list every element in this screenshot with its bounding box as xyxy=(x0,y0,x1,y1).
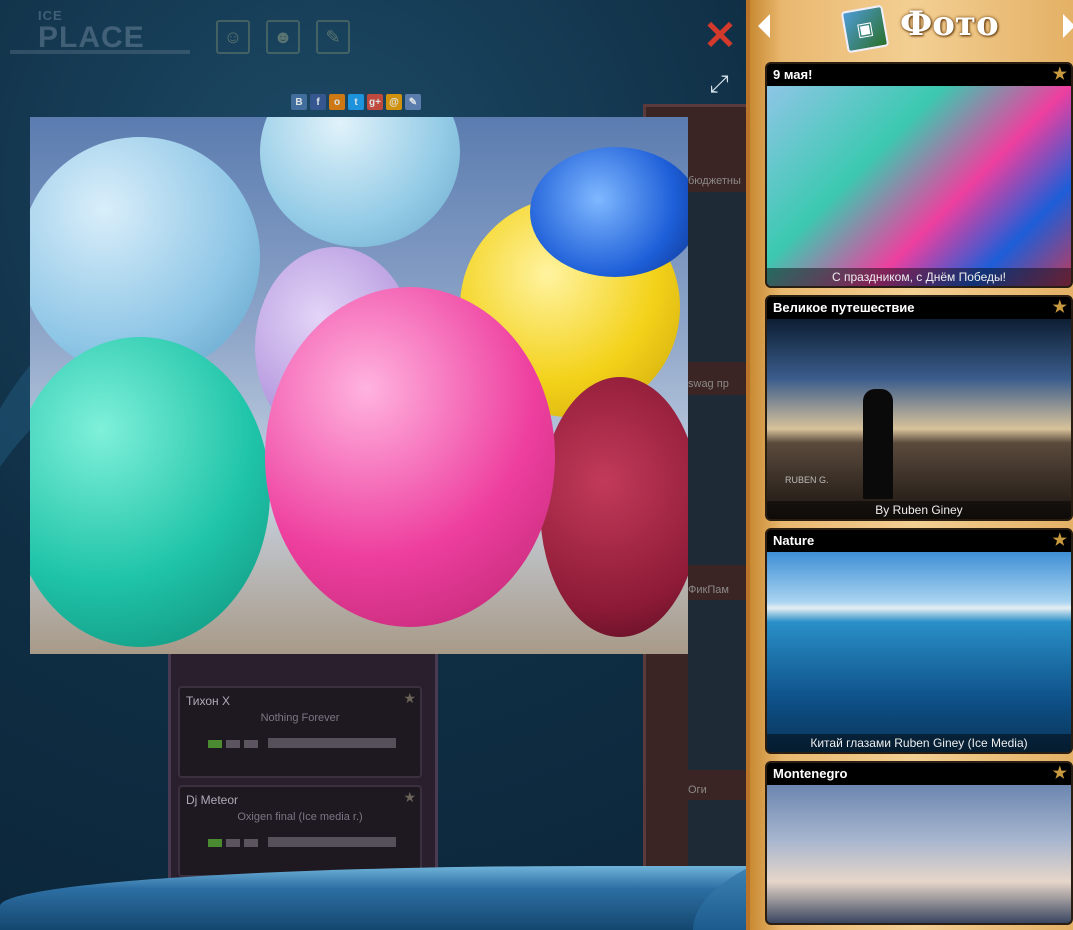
photo-card[interactable]: Великое путешествие ★ RUBEN G. By Ruben … xyxy=(765,295,1073,521)
archer-silhouette xyxy=(863,389,893,499)
star-icon[interactable]: ★ xyxy=(403,690,416,707)
track-artist: Тихон X xyxy=(186,694,231,708)
share-buttons: Вf о t g+ @ ✎ xyxy=(291,94,421,110)
balloon xyxy=(540,377,688,637)
next-arrow-icon[interactable] xyxy=(1063,14,1073,38)
star-icon[interactable]: ★ xyxy=(403,789,416,806)
track-progress[interactable] xyxy=(268,738,396,748)
card-title: Великое путешествие xyxy=(773,300,915,315)
pause-icon[interactable] xyxy=(226,740,240,748)
sidebar-title: Фото xyxy=(900,4,999,44)
card-caption: С праздником, с Днём Победы! xyxy=(767,268,1071,286)
balloon xyxy=(265,287,555,627)
card-image[interactable]: С праздником, с Днём Победы! xyxy=(767,86,1071,286)
card-image[interactable]: RUBEN G. By Ruben Giney xyxy=(767,319,1071,519)
star-icon[interactable]: ★ xyxy=(1053,64,1067,86)
track-controls xyxy=(208,839,258,847)
balloon xyxy=(530,147,688,277)
fullscreen-icon[interactable]: ⤢ xyxy=(704,70,734,100)
card-header: Montenegro ★ xyxy=(767,763,1071,785)
bg-thumb xyxy=(688,395,746,565)
play-icon[interactable] xyxy=(208,740,222,748)
sidebar-header: ▣ Фото xyxy=(750,0,1073,56)
livejournal-icon[interactable]: ✎ xyxy=(405,94,421,110)
pause-icon[interactable] xyxy=(226,839,240,847)
stop-icon[interactable] xyxy=(244,740,258,748)
site-logo[interactable]: ICE PLACE xyxy=(38,8,145,55)
bg-label: бюджетны xyxy=(688,175,741,187)
card-title: Nature xyxy=(773,533,815,548)
mailru-icon[interactable]: @ xyxy=(386,94,402,110)
bg-label: ФикПам xyxy=(688,584,729,596)
track-title: Oxigen final (Ice media r.) xyxy=(237,811,363,823)
track-controls xyxy=(208,740,258,748)
googleplus-icon[interactable]: g+ xyxy=(367,94,383,110)
play-icon[interactable] xyxy=(208,839,222,847)
bg-thumb xyxy=(688,192,746,362)
photo-sidebar: ▣ Фото 9 мая! ★ С праздником, с Днём Поб… xyxy=(746,0,1073,930)
photo-card[interactable]: 9 мая! ★ С праздником, с Днём Победы! xyxy=(765,62,1073,288)
odnoklassniki-icon[interactable]: о xyxy=(329,94,345,110)
bg-label: Оги xyxy=(688,784,707,796)
stop-icon[interactable] xyxy=(244,839,258,847)
card-image[interactable] xyxy=(767,785,1071,923)
track-artist: Dj Meteor xyxy=(186,793,239,807)
close-icon[interactable]: ✕ xyxy=(702,16,738,56)
balloon xyxy=(30,337,270,647)
card-title: 9 мая! xyxy=(773,67,813,82)
card-header: 9 мая! ★ xyxy=(767,64,1071,86)
star-icon[interactable]: ★ xyxy=(1053,763,1067,785)
track-progress[interactable] xyxy=(268,837,396,847)
bg-label: swag пр xyxy=(688,378,729,390)
edit-nav-icon[interactable]: ✎ xyxy=(316,20,350,54)
vk-icon[interactable]: В xyxy=(291,94,307,110)
facebook-icon[interactable]: f xyxy=(310,94,326,110)
main-photo[interactable] xyxy=(30,117,688,654)
card-title: Montenegro xyxy=(773,766,848,781)
track-item: Dj Meteor Oxigen final (Ice media r.) ★ xyxy=(178,785,422,877)
photo-icon: ▣ xyxy=(840,4,890,54)
balloon xyxy=(260,117,460,247)
bg-thumb xyxy=(688,600,746,770)
card-caption: By Ruben Giney xyxy=(767,501,1071,519)
track-item: Тихон X Nothing Forever ★ xyxy=(178,686,422,778)
profile-nav-icon[interactable]: ☺ xyxy=(216,20,250,54)
card-header: Nature ★ xyxy=(767,530,1071,552)
watermark-text: RUBEN G. xyxy=(785,475,829,485)
photo-card[interactable]: Nature ★ Китай глазами Ruben Giney (Ice … xyxy=(765,528,1073,754)
logo-ice-text: ICE xyxy=(38,8,63,23)
logo-underline xyxy=(10,50,190,54)
photo-card[interactable]: Montenegro ★ xyxy=(765,761,1073,925)
card-caption: Китай глазами Ruben Giney (Ice Media) xyxy=(767,734,1071,752)
prev-arrow-icon[interactable] xyxy=(758,14,770,38)
twitter-icon[interactable]: t xyxy=(348,94,364,110)
track-title: Nothing Forever xyxy=(260,712,340,724)
card-image[interactable]: Китай глазами Ruben Giney (Ice Media) xyxy=(767,552,1071,752)
star-icon[interactable]: ★ xyxy=(1053,297,1067,319)
star-icon[interactable]: ★ xyxy=(1053,530,1067,552)
card-header: Великое путешествие ★ xyxy=(767,297,1071,319)
friends-nav-icon[interactable]: ☻ xyxy=(266,20,300,54)
